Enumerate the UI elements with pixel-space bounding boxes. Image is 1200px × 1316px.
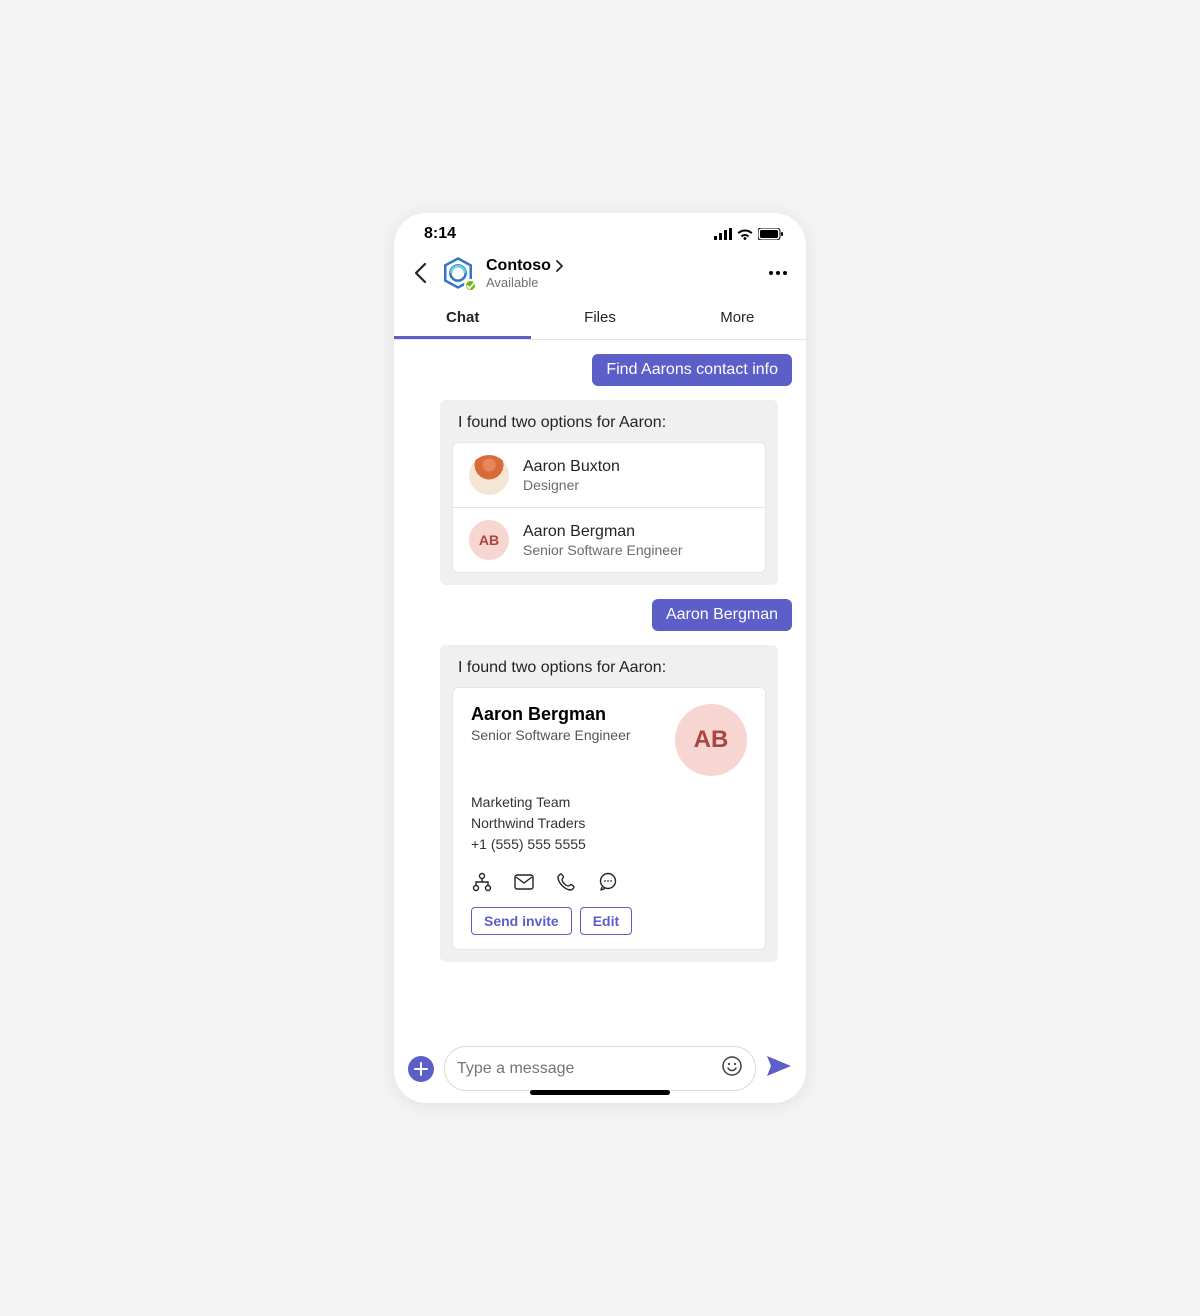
card-phone: +1 (555) 555 5555 [471,834,747,855]
wifi-icon [736,228,754,240]
chat-button[interactable] [597,871,619,893]
chat-title-area[interactable]: Contoso Available [486,257,762,290]
tab-more[interactable]: More [669,299,806,339]
presence-available-icon [464,279,477,292]
send-icon [766,1055,792,1077]
bot-message-title: I found two options for Aaron: [458,414,766,432]
more-button[interactable] [762,270,794,276]
contact-option[interactable]: AB Aaron Bergman Senior Software Enginee… [453,507,765,572]
mail-button[interactable] [513,871,535,893]
phone-icon [557,873,575,891]
attach-button[interactable] [408,1056,434,1082]
card-company: Northwind Traders [471,813,747,834]
contact-option[interactable]: Aaron Buxton Designer [453,443,765,507]
bot-message-card: I found two options for Aaron: Aaron Ber… [440,645,778,962]
card-role: Senior Software Engineer [471,727,631,743]
plus-icon [414,1062,428,1076]
mail-icon [514,874,534,890]
card-name: Aaron Bergman [471,704,631,725]
bot-avatar[interactable] [440,255,476,291]
card-team: Marketing Team [471,792,747,813]
contact-name: Aaron Buxton [523,458,620,476]
chat-presence-text: Available [486,275,762,290]
status-icons [714,228,784,240]
chat-icon [598,872,618,892]
org-chart-icon [472,872,492,892]
back-button[interactable] [406,259,434,287]
emoji-button[interactable] [721,1055,743,1082]
home-indicator[interactable] [530,1090,670,1095]
edit-button[interactable]: Edit [580,907,632,935]
avatar-initials: AB [469,520,509,560]
contact-card: Aaron Bergman Senior Software Engineer A… [452,687,766,950]
contact-name: Aaron Bergman [523,523,683,541]
bot-message-title: I found two options for Aaron: [458,659,766,677]
card-buttons: Send invite Edit [471,907,747,935]
battery-icon [758,228,784,240]
contact-role: Designer [523,477,620,493]
call-button[interactable] [555,871,577,893]
chevron-right-icon [555,260,563,272]
chat-title: Contoso [486,257,551,275]
user-message: Aaron Bergman [652,599,792,631]
tab-chat[interactable]: Chat [394,299,531,339]
contact-role: Senior Software Engineer [523,542,683,558]
chat-scroll-area[interactable]: Find Aarons contact info I found two opt… [394,340,806,1036]
signal-icon [714,228,732,240]
ellipsis-icon [768,270,788,276]
contact-option-list: Aaron Buxton Designer AB Aaron Bergman S… [452,442,766,573]
status-time: 8:14 [424,225,456,243]
tab-bar: Chat Files More [394,299,806,340]
user-message: Find Aarons contact info [592,354,792,386]
status-bar: 8:14 [394,213,806,249]
emoji-icon [721,1055,743,1077]
card-meta: Marketing Team Northwind Traders +1 (555… [471,792,747,855]
tab-files[interactable]: Files [531,299,668,339]
message-input-wrap[interactable] [444,1046,756,1091]
bot-message-options: I found two options for Aaron: Aaron Bux… [440,400,778,585]
org-chart-button[interactable] [471,871,493,893]
send-invite-button[interactable]: Send invite [471,907,572,935]
send-button[interactable] [766,1055,792,1082]
message-input[interactable] [457,1060,721,1078]
avatar-photo [469,455,509,495]
chat-header: Contoso Available [394,249,806,299]
avatar-initials-large: AB [675,704,747,776]
phone-frame: 8:14 Contoso Available [394,213,806,1103]
card-action-icons [471,871,747,893]
